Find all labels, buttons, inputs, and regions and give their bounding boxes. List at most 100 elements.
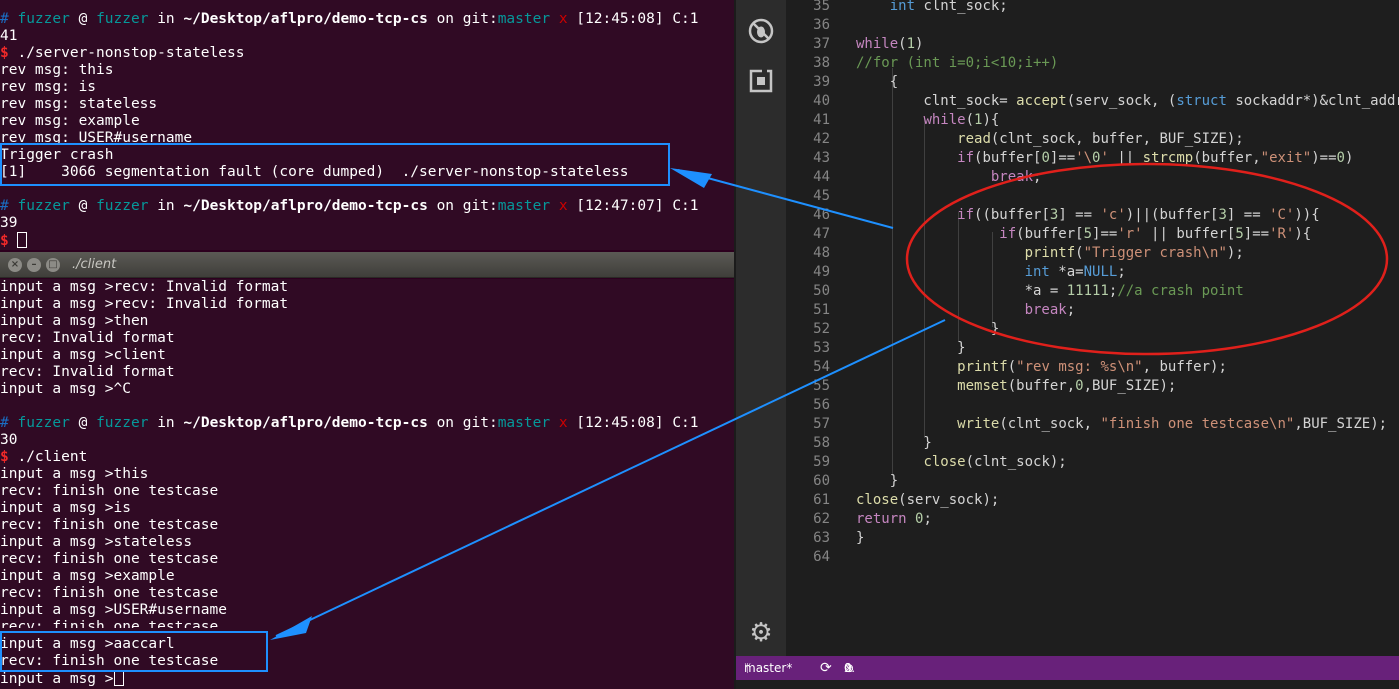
code-line: break; [1024, 302, 1076, 318]
session-line: recv: finish one testcase [0, 483, 219, 499]
crash-highlight-box [0, 143, 670, 186]
session-line: recv: finish one testcase [0, 517, 219, 533]
line-number: 39 [813, 74, 830, 90]
line-number: 61 [813, 492, 830, 508]
debug-icon[interactable] [746, 16, 776, 46]
exit-code-continued: 41 [0, 28, 18, 44]
code-line: return 0; [856, 511, 932, 527]
code-line: write(clnt_sock, "finish one testcase\n"… [957, 416, 1388, 432]
output-line: rev msg: example [0, 113, 140, 129]
line-number: 35 [813, 0, 830, 14]
line-number: 42 [813, 131, 830, 147]
output-line: recv: Invalid format [0, 364, 175, 380]
line-number: 62 [813, 511, 830, 527]
line-number: 64 [813, 549, 830, 565]
status-bar: ᛘ master* ⟳ ⊗ 0 ⚠ 0 [736, 656, 1399, 680]
maximize-icon[interactable]: □ [46, 258, 60, 272]
line-number: 41 [813, 112, 830, 128]
editor-bottom-strip [736, 680, 1399, 689]
session-line: recv: finish one testcase [0, 551, 219, 567]
client-window-titlebar[interactable]: × – □ ./client [0, 252, 734, 278]
extensions-icon[interactable] [746, 66, 776, 96]
session-line: input a msg >is [0, 500, 131, 516]
code-line: if(buffer[5]=='r' || buffer[5]=='R'){ [999, 226, 1312, 242]
line-number: 40 [813, 93, 830, 109]
exit-code-continued: 30 [0, 432, 18, 448]
code-line: close(clnt_sock); [923, 454, 1067, 470]
session-line: recv: finish one testcase [0, 619, 219, 628]
output-line: rev msg: this [0, 62, 114, 78]
input-highlight-box [0, 631, 268, 672]
input-prompt[interactable]: input a msg > [0, 670, 124, 687]
session-line: input a msg >stateless [0, 534, 193, 550]
line-number: 60 [813, 473, 830, 489]
code-line: break; [990, 169, 1042, 185]
line-number: 46 [813, 207, 830, 223]
line-number: 63 [813, 530, 830, 546]
server-terminal[interactable]: # fuzzer @ fuzzer in ~/Desktop/aflpro/de… [0, 0, 734, 250]
prompt-line: # fuzzer @ fuzzer in ~/Desktop/aflpro/de… [0, 415, 699, 431]
line-number: 50 [813, 283, 830, 299]
code-line: *a = 11111;//a crash point [856, 283, 1244, 299]
exit-code: C:1 [672, 11, 699, 27]
line-number: 38 [813, 55, 830, 71]
minimize-icon[interactable]: – [27, 258, 41, 272]
prompt-line: # fuzzer @ fuzzer in ~/Desktop/aflpro/de… [0, 198, 699, 214]
code-line: } [856, 530, 865, 546]
line-number: 44 [813, 169, 830, 185]
code-line: { [856, 74, 899, 90]
line-number: 51 [813, 302, 830, 318]
code-line: printf("Trigger crash\n"); [1024, 245, 1244, 261]
output-line: input a msg >recv: Invalid format [0, 279, 289, 295]
line-number: 47 [813, 226, 830, 242]
exit-code-continued: 39 [0, 215, 18, 231]
code-line: close(serv_sock); [856, 492, 1000, 508]
line-number: 53 [813, 340, 830, 356]
code-line: int *a=NULL; [1024, 264, 1126, 280]
session-line: input a msg >this [0, 466, 149, 482]
command-line: $ ./server-nonstop-stateless [0, 45, 245, 61]
line-number: 37 [813, 36, 830, 52]
output-line: input a msg >recv: Invalid format [0, 296, 289, 312]
activity-bar: ⚙ [736, 0, 786, 656]
line-number: 45 [813, 188, 830, 204]
line-number: 57 [813, 416, 830, 432]
code-line: } [856, 321, 1000, 337]
command-line: $ ./client [0, 449, 88, 465]
line-number: 36 [813, 17, 830, 33]
session-line: input a msg >USER#username [0, 602, 227, 618]
output-line: input a msg >then [0, 313, 149, 329]
code-line: } [856, 473, 899, 489]
code-line: memset(buffer,0,BUF_SIZE); [957, 378, 1177, 394]
terminal-cursor [17, 232, 28, 248]
code-line: if(buffer[0]=='\0' || strcmp(buffer,"exi… [957, 150, 1354, 166]
close-icon[interactable]: × [8, 258, 22, 272]
window-title: ./client [72, 257, 117, 272]
line-number: 59 [813, 454, 830, 470]
line-number: 56 [813, 397, 830, 413]
line-number: 48 [813, 245, 830, 261]
code-line: int clnt_sock; [889, 0, 1008, 14]
terminal-cursor [113, 670, 124, 686]
line-number: 49 [813, 264, 830, 280]
sync-icon[interactable]: ⟳ [820, 656, 832, 680]
output-line: recv: Invalid format [0, 330, 175, 346]
line-number: 58 [813, 435, 830, 451]
code-line: while(1) [856, 36, 924, 52]
session-line: recv: finish one testcase [0, 585, 219, 601]
code-line: printf("rev msg: %s\n", buffer); [957, 359, 1227, 375]
prompt-line: # fuzzer @ fuzzer in ~/Desktop/aflpro/de… [0, 11, 699, 27]
code-editor[interactable]: 35 36 37 38 39 40 41 42 43 44 45 46 47 48 49 50 51 52 53 54… [786, 0, 1399, 656]
output-line: input a msg >^C [0, 381, 131, 397]
code-line: while(1){ [923, 112, 1000, 128]
code-line: clnt_sock= accept(serv_sock, (struct soc… [856, 93, 1399, 109]
code-line: } [856, 340, 966, 356]
command-line: $ [0, 232, 28, 249]
code-line: if((buffer[3] == 'c')||(buffer[3] == 'C'… [957, 207, 1320, 223]
gear-icon[interactable]: ⚙ [746, 618, 776, 648]
client-terminal[interactable]: input a msg >recv: Invalid format input … [0, 279, 734, 689]
session-line: input a msg >example [0, 568, 175, 584]
code-line: } [856, 435, 932, 451]
line-number: 55 [813, 378, 830, 394]
code-line: read(clnt_sock, buffer, BUF_SIZE); [957, 131, 1244, 147]
